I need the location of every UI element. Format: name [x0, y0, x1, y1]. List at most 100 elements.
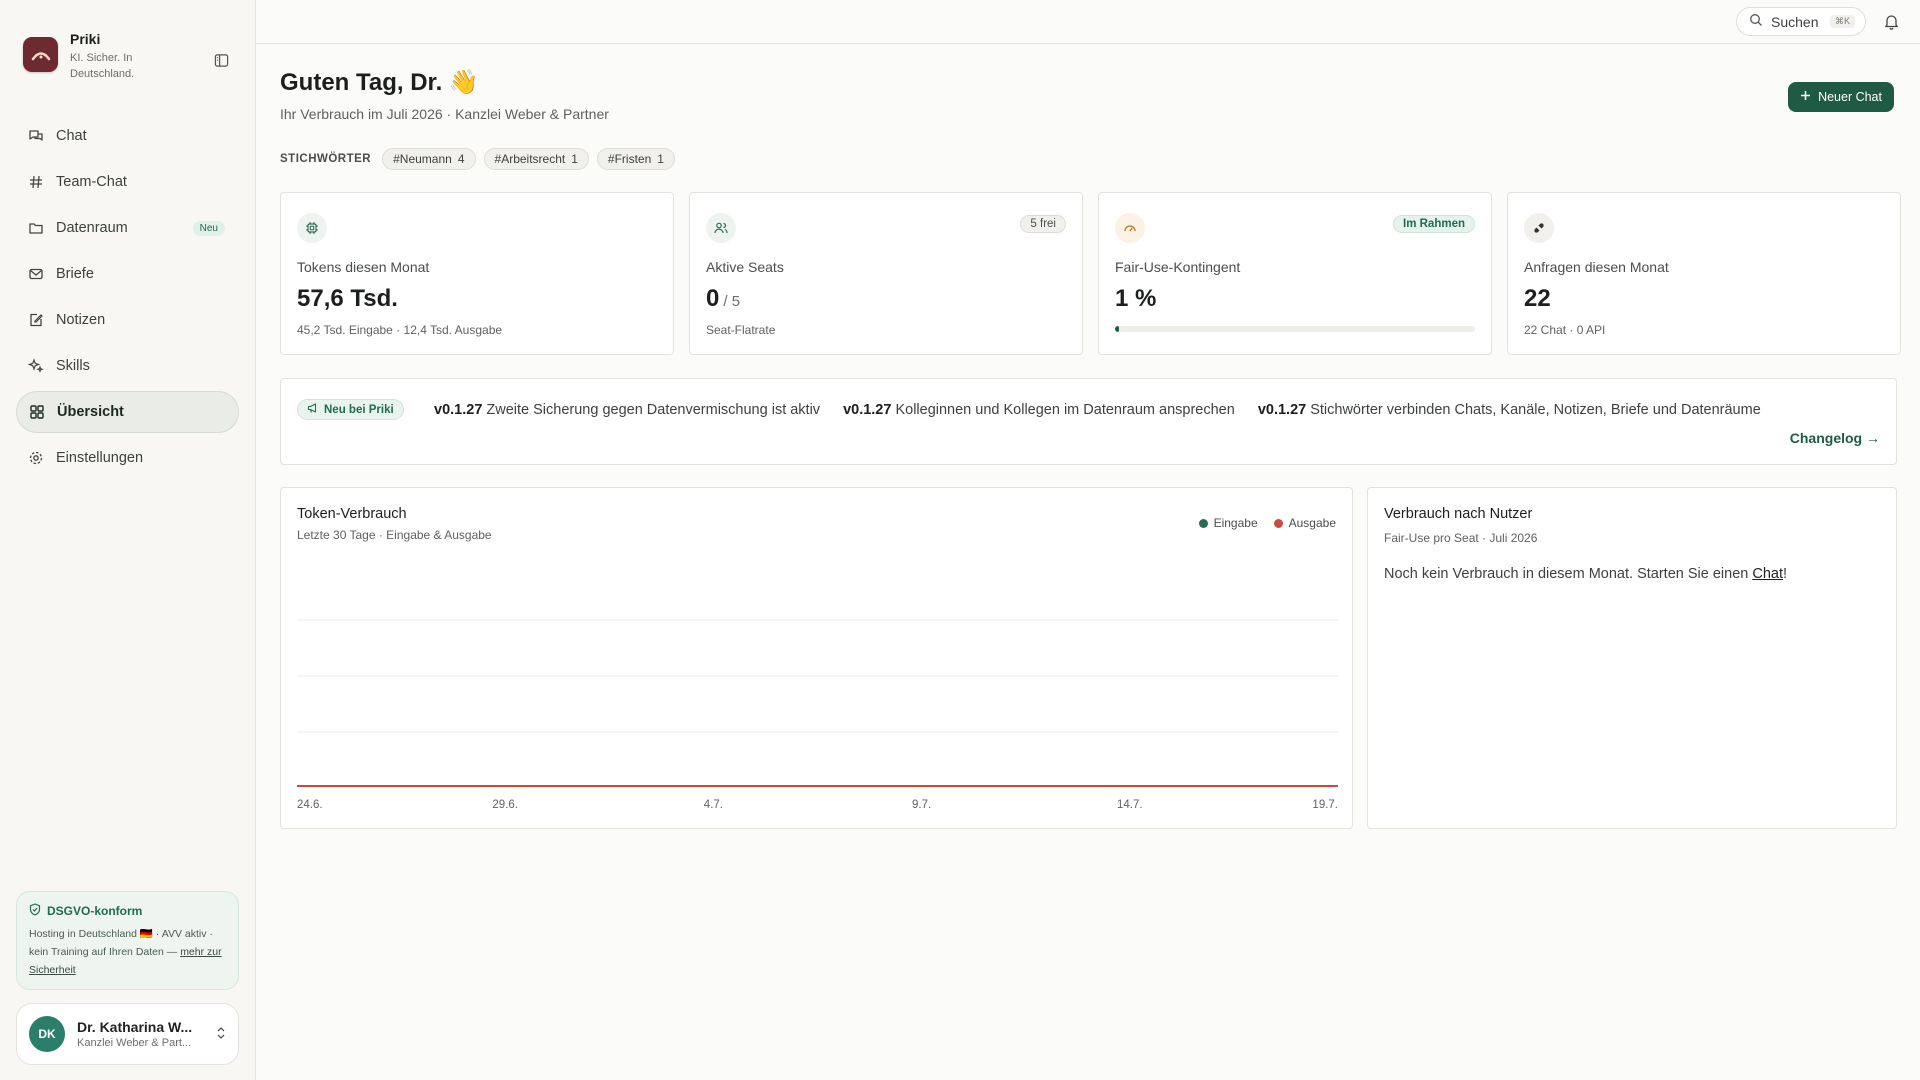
- empty-state: Noch kein Verbrauch in diesem Monat. Sta…: [1384, 566, 1787, 582]
- sidebar-item-briefe[interactable]: Briefe: [16, 253, 239, 295]
- sidebar-item-label: Einstellungen: [56, 450, 144, 466]
- sidebar-nav: Chat Team-Chat Datenraum Neu Briefe Noti…: [16, 115, 239, 483]
- new-badge: Neu: [192, 220, 225, 236]
- user-org: Kanzlei Weber & Part...: [77, 1037, 192, 1049]
- main-content: Suchen ⌘K Guten Tag, Dr. 👋 Ihr Verbrauch…: [256, 0, 1920, 1080]
- chat-icon: [28, 128, 44, 144]
- seats-active-value: 0: [706, 285, 720, 312]
- sidebar: Priki KI. Sicher. In Deutschland. Chat T…: [0, 0, 256, 1080]
- sidebar-item-skills[interactable]: Skills: [16, 345, 239, 387]
- news-badge-label: Neu bei Priki: [324, 403, 394, 416]
- tag-count: 1: [657, 152, 664, 166]
- card-value: 57,6 Tsd.: [297, 285, 398, 312]
- tag-count: 4: [457, 152, 465, 166]
- sidebar-item-label: Skills: [56, 358, 90, 374]
- card-subtext: Seat-Flatrate: [706, 323, 776, 337]
- brand-name: Priki: [70, 31, 101, 47]
- sidebar-item-label: Chat: [56, 128, 87, 144]
- app-root: Priki KI. Sicher. In Deutschland. Chat T…: [0, 0, 1920, 1080]
- x-tick-label: 24.6.: [297, 799, 323, 811]
- x-tick-label: 9.7.: [912, 799, 931, 811]
- card-label: Tokens diesen Monat: [297, 259, 430, 275]
- fairuse-progress-bar: [1115, 326, 1475, 332]
- sidebar-item-label: Briefe: [56, 266, 94, 282]
- news-item[interactable]: v0.1.27 Stichwörter verbinden Chats, Kanä…: [1258, 402, 1761, 418]
- search-shortcut: ⌘K: [1829, 15, 1855, 28]
- changelog-link[interactable]: Changelog →: [1790, 430, 1880, 446]
- panel-subtitle: Fair-Use pro Seat · Juli 2026: [1384, 531, 1538, 545]
- chat-link[interactable]: Chat: [1752, 566, 1783, 582]
- sidebar-item-team-chat[interactable]: Team-Chat: [16, 161, 239, 203]
- x-tick-label: 14.7.: [1117, 799, 1143, 811]
- sidebar-item-label: Übersicht: [57, 404, 124, 420]
- search-button[interactable]: Suchen ⌘K: [1736, 7, 1866, 36]
- plus-icon: [1800, 90, 1811, 104]
- sidebar-item-chat[interactable]: Chat: [16, 115, 239, 157]
- sidebar-item-einstellungen[interactable]: Einstellungen: [16, 437, 239, 479]
- chart-plot: 24.6. 29.6. 4.7. 9.7. 14.7. 19.7.: [297, 619, 1338, 811]
- brand[interactable]: Priki KI. Sicher. In Deutschland.: [23, 30, 233, 82]
- shield-icon: [29, 903, 41, 919]
- folder-icon: [28, 220, 44, 236]
- token-usage-chart: Token-Verbrauch Letzte 30 Tage · Eingabe…: [280, 487, 1353, 829]
- requests-card: Anfragen diesen Monat 22 22 Chat · 0 API: [1507, 192, 1901, 355]
- news-version: v0.1.27: [1257, 402, 1307, 418]
- gear-icon: [28, 450, 44, 466]
- empty-end: !: [1783, 566, 1788, 582]
- fairuse-card: Im Rahmen Fair-Use-Kontingent 1 %: [1098, 192, 1492, 355]
- search-label: Suchen: [1771, 13, 1819, 30]
- users-icon: [706, 213, 736, 243]
- tag-count: 1: [571, 152, 578, 166]
- mail-icon: [28, 266, 44, 282]
- status-badge: Im Rahmen: [1393, 215, 1475, 233]
- card-value: 22: [1524, 285, 1551, 312]
- new-chat-button[interactable]: Neuer Chat: [1788, 82, 1894, 112]
- news-text: Zweite Sicherung gegen Datenvermischung …: [486, 402, 821, 418]
- tags-label: STICHWÖRTER: [280, 153, 372, 165]
- card-value: 1 %: [1115, 285, 1157, 312]
- sidebar-item-notizen[interactable]: Notizen: [16, 299, 239, 341]
- tag-name: #Neumann: [393, 152, 452, 166]
- brand-logo-icon: [23, 37, 58, 72]
- plug-icon: [1524, 213, 1554, 243]
- tag-chip[interactable]: #Fristen 1: [596, 148, 675, 170]
- news-version: v0.1.27: [434, 402, 483, 418]
- dsgvo-panel: DSGVO-konform Hosting in Deutschland 🇩🇪 …: [16, 891, 239, 990]
- user-menu[interactable]: DK Dr. Katharina W... Kanzlei Weber & Pa…: [16, 1003, 239, 1065]
- sidebar-collapse-icon[interactable]: [208, 47, 234, 73]
- dashboard-icon: [29, 404, 45, 420]
- x-tick-label: 4.7.: [704, 799, 723, 811]
- seats-free-badge: 5 frei: [1020, 215, 1066, 233]
- sidebar-item-datenraum[interactable]: Datenraum Neu: [16, 207, 239, 249]
- page-subtitle: Ihr Verbrauch im Juli 2026 · Kanzlei Web…: [280, 106, 609, 122]
- card-subtext: 45,2 Tsd. Eingabe · 12,4 Tsd. Ausgabe: [297, 323, 503, 337]
- news-items: v0.1.27 Zweite Sicherung gegen Datenvermi…: [434, 402, 1761, 418]
- panel-title: Verbrauch nach Nutzer: [1384, 506, 1533, 522]
- sparkles-icon: [28, 358, 44, 374]
- sidebar-item-label: Datenraum: [56, 220, 128, 236]
- tag-chip[interactable]: #Neumann 4: [382, 148, 476, 170]
- x-tick-label: 29.6.: [492, 799, 518, 811]
- tokens-card: Tokens diesen Monat 57,6 Tsd. 45,2 Tsd. …: [280, 192, 674, 355]
- x-tick-label: 19.7.: [1312, 799, 1338, 811]
- gauge-icon: [1115, 213, 1145, 243]
- news-item[interactable]: v0.1.27 Kolleginnen und Kollegen im Daten…: [843, 402, 1235, 418]
- dsgvo-title: DSGVO-konform: [47, 904, 143, 918]
- card-label: Fair-Use-Kontingent: [1115, 259, 1241, 275]
- empty-text: Noch kein Verbrauch in diesem Monat. Sta…: [1384, 566, 1749, 582]
- brand-tagline: KI. Sicher. In Deutschland.: [70, 52, 135, 80]
- seats-total: / 5: [723, 293, 741, 310]
- tag-chip[interactable]: #Arbeitsrecht 1: [483, 148, 589, 170]
- stats-cards: Tokens diesen Monat 57,6 Tsd. 45,2 Tsd. …: [280, 192, 1901, 355]
- news-item[interactable]: v0.1.27 Zweite Sicherung gegen Datenvermi…: [434, 402, 820, 418]
- tag-bar: STICHWÖRTER #Neumann 4 #Arbeitsrecht 1 #Fr…: [280, 148, 675, 170]
- search-icon: [1749, 13, 1763, 30]
- sidebar-item-label: Notizen: [56, 312, 106, 328]
- user-name: Dr. Katharina W...: [77, 1019, 193, 1035]
- sidebar-item-uebersicht[interactable]: Übersicht: [16, 391, 239, 433]
- bell-icon[interactable]: [1883, 13, 1900, 33]
- topbar: Suchen ⌘K: [256, 0, 1920, 44]
- new-chat-label: Neuer Chat: [1818, 90, 1882, 104]
- tag-name: #Fristen: [607, 152, 652, 166]
- tag-name: #Arbeitsrecht: [494, 152, 566, 166]
